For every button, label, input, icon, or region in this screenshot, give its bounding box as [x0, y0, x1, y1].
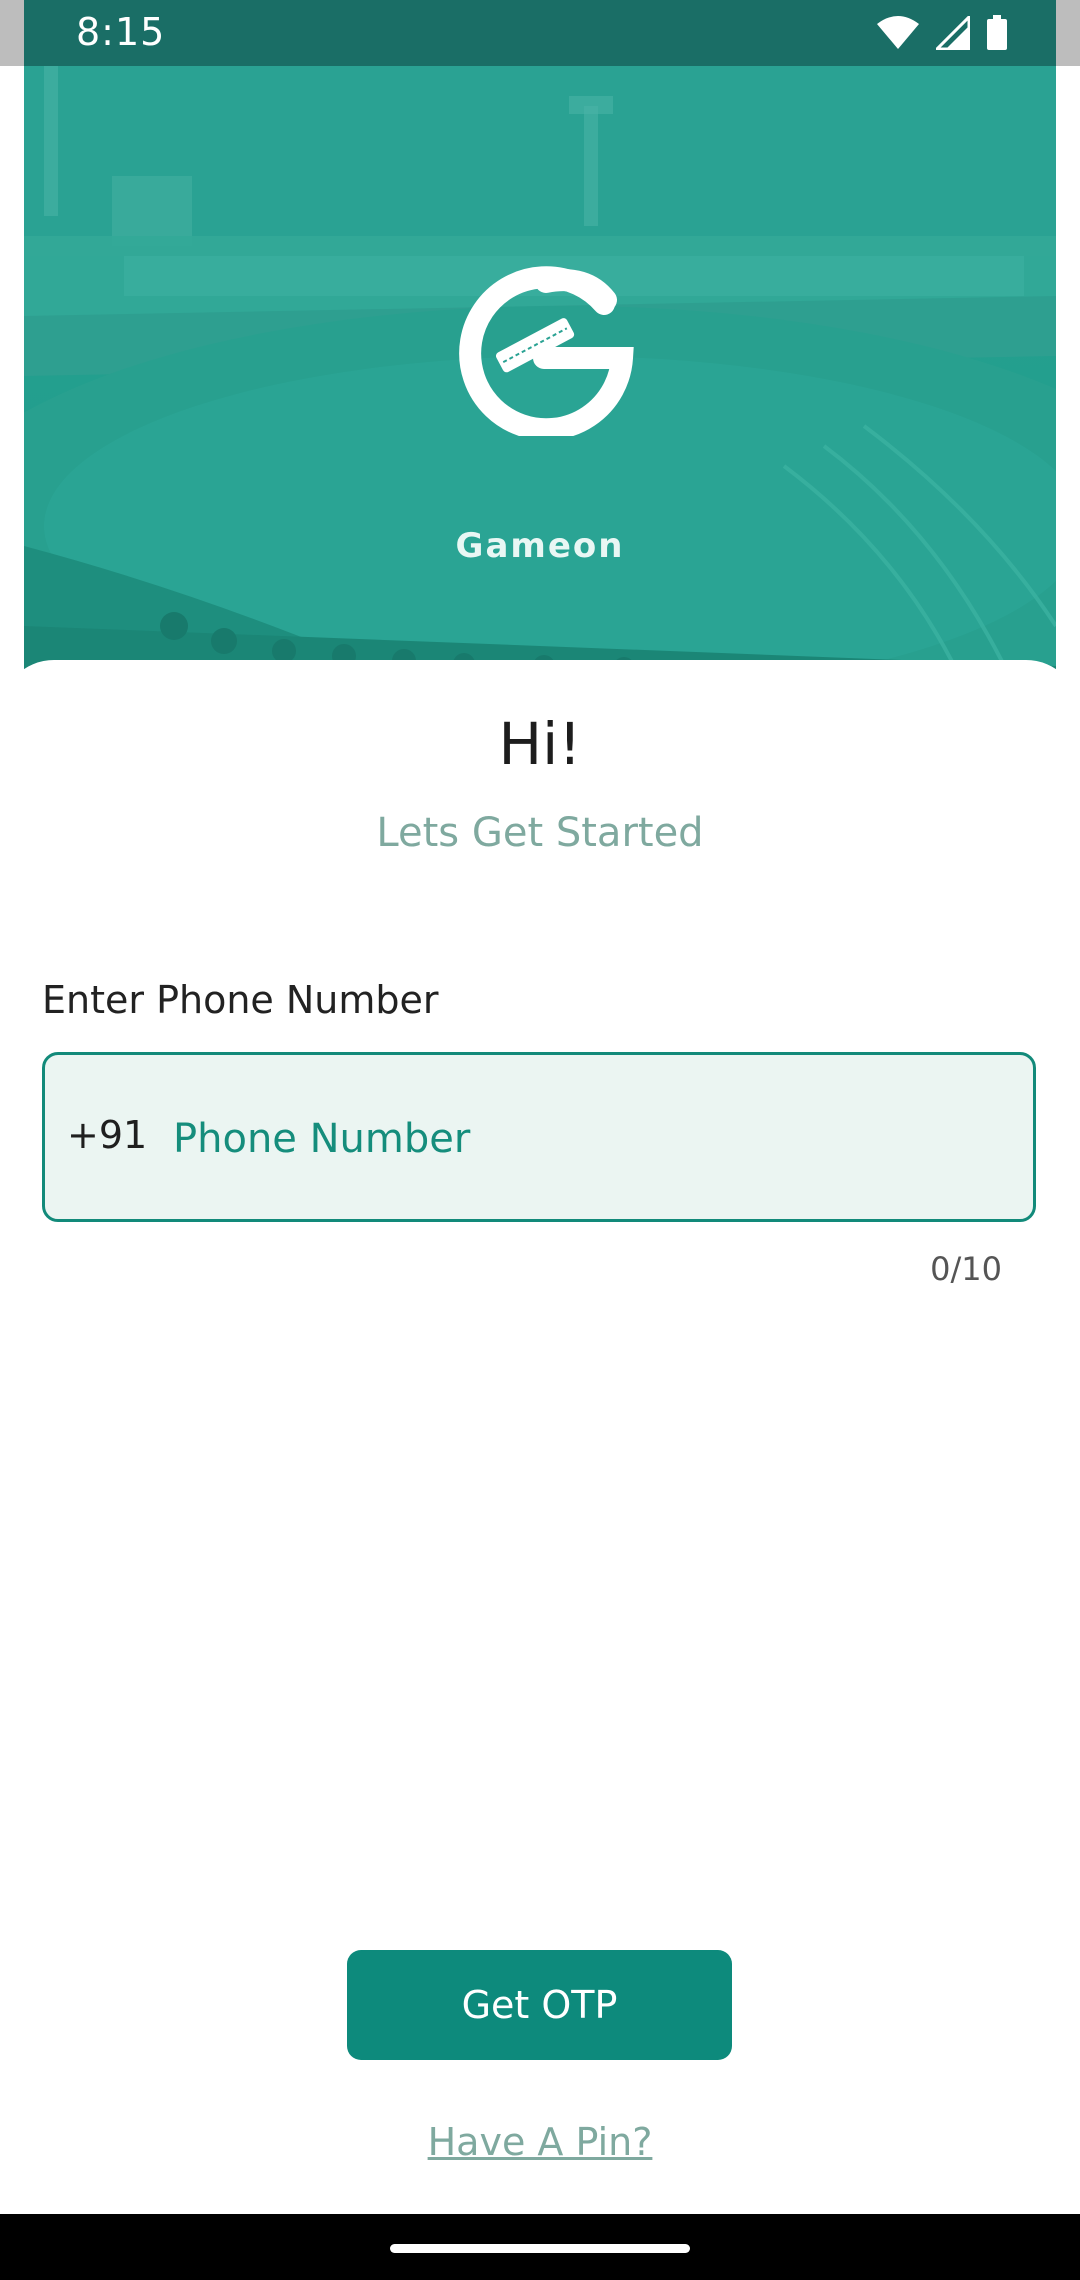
login-screen: 8:15 Gameon Hi! Lets Get Started Enter P…	[0, 0, 1080, 2280]
hero-banner: Gameon	[24, 66, 1056, 686]
status-time: 8:15	[76, 10, 166, 54]
battery-icon	[986, 15, 1008, 51]
phone-field[interactable]: +91	[42, 1052, 1036, 1222]
navigation-bar	[0, 2214, 1080, 2280]
have-a-pin-link[interactable]: Have A Pin?	[0, 2120, 1080, 2164]
country-code: +91	[67, 1113, 148, 1157]
home-indicator[interactable]	[390, 2244, 690, 2253]
cell-signal-icon	[936, 16, 970, 50]
greeting-subtitle: Lets Get Started	[376, 810, 704, 856]
phone-field-label: Enter Phone Number	[42, 978, 439, 1022]
status-icons	[876, 14, 1008, 52]
phone-number-input[interactable]	[173, 1089, 993, 1189]
brand-name: Gameon	[455, 526, 625, 566]
char-counter: 0/10	[930, 1250, 1002, 1288]
gameon-logo-icon	[459, 266, 634, 436]
get-otp-button[interactable]: Get OTP	[347, 1950, 732, 2060]
login-card: Hi! Lets Get Started Enter Phone Number …	[0, 660, 1080, 2214]
greeting-title: Hi!	[498, 710, 582, 778]
wifi-icon	[876, 16, 920, 50]
